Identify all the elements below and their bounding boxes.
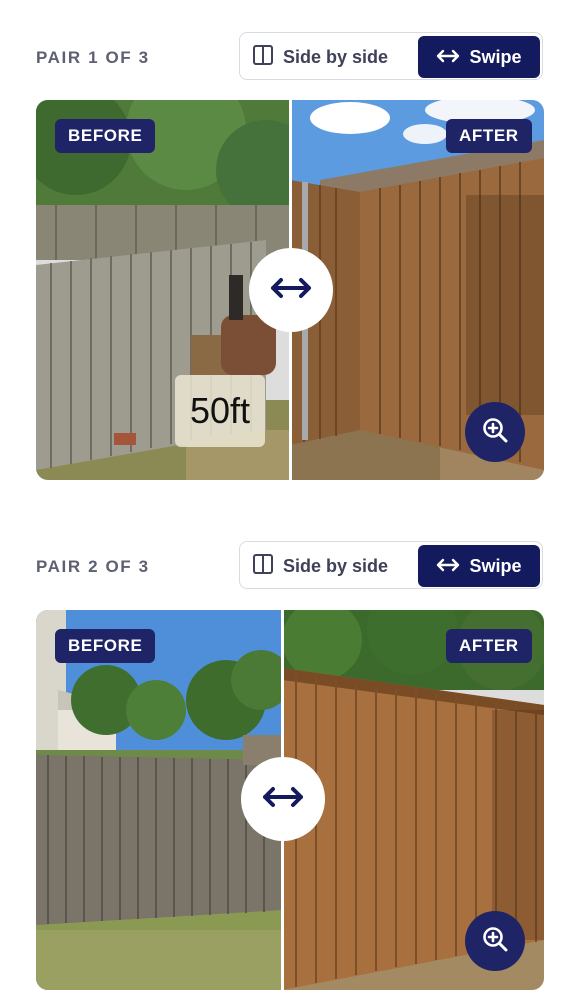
swipe-handle[interactable] (249, 248, 333, 332)
pair-header: PAIR 2 OF 3 (36, 557, 150, 576)
side-by-side-label: Side by side (283, 555, 389, 576)
zoom-button[interactable] (465, 911, 525, 971)
zoom-in-icon (481, 925, 509, 958)
pair-header: PAIR 1 OF 3 (36, 48, 150, 67)
side-by-side-label: Side by side (283, 46, 389, 67)
swipe-handle[interactable] (241, 757, 325, 841)
after-badge: AFTER (446, 629, 532, 663)
left-right-arrow-icon (270, 277, 312, 304)
comparison-frame[interactable]: BEFORE AFTER 50ft (36, 100, 544, 480)
zoom-in-icon (481, 416, 509, 449)
swipe-label: Swipe (469, 46, 522, 67)
swipe-button[interactable]: Swipe (418, 36, 540, 78)
left-right-arrow-icon (436, 47, 460, 68)
side-by-side-button[interactable]: Side by side (252, 36, 388, 78)
view-mode-toggle: Side by side Swipe (239, 541, 543, 589)
before-badge: BEFORE (55, 629, 156, 663)
after-badge: AFTER (446, 119, 532, 153)
left-right-arrow-icon (262, 786, 304, 813)
view-mode-toggle: Side by side Swipe (239, 32, 543, 80)
columns-icon (252, 44, 274, 71)
swipe-label: Swipe (469, 555, 522, 576)
swipe-button[interactable]: Swipe (418, 545, 540, 587)
left-right-arrow-icon (436, 556, 460, 577)
measurement-label: 50ft (175, 375, 265, 447)
columns-icon (252, 553, 274, 580)
side-by-side-button[interactable]: Side by side (252, 545, 388, 587)
comparison-frame[interactable]: BEFORE AFTER (36, 610, 544, 990)
before-badge: BEFORE (55, 119, 156, 153)
zoom-button[interactable] (465, 402, 525, 462)
